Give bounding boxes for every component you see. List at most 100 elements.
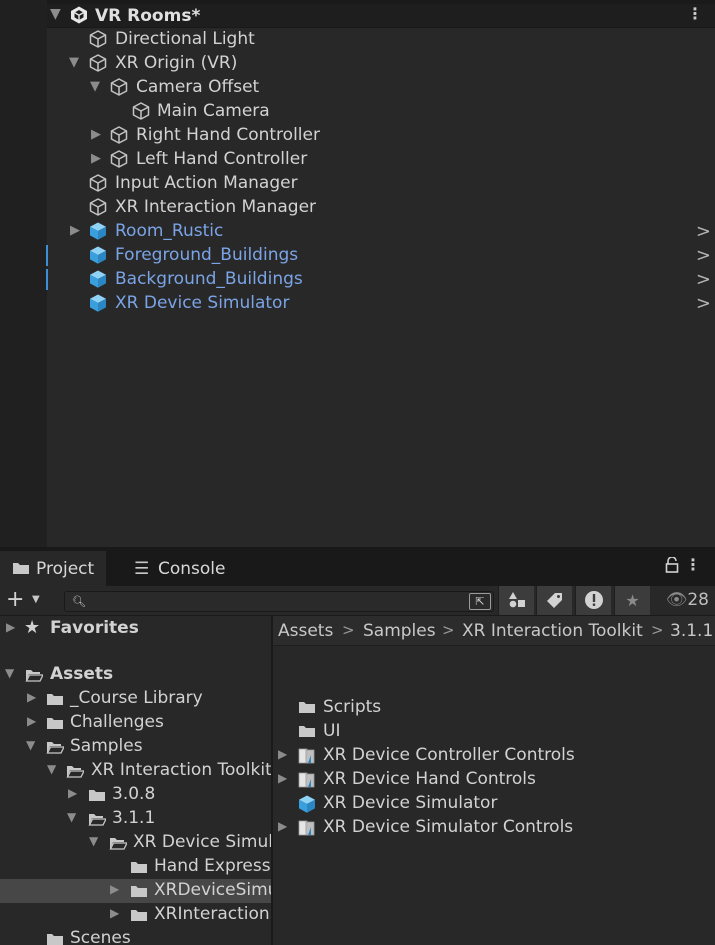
chevron-right-icon[interactable]: ▶ [278,819,287,833]
breadcrumb-item[interactable]: 3.1.1 [670,621,713,641]
favorites-filter-button[interactable]: ★ [614,586,650,615]
chevron-right-icon[interactable]: ▶ [278,747,287,761]
chevron-right-icon[interactable]: > [696,221,711,242]
tree-item-label: Hand Express [154,856,271,876]
chevron-right-icon[interactable]: ▶ [278,771,287,785]
hierarchy-item-left-hand-controller[interactable]: ▶ Left Hand Controller [47,148,715,172]
gameobject-icon [89,198,107,216]
gameobject-icon [89,174,107,192]
asset-item-ui[interactable]: UI [273,720,715,744]
chevron-right-icon[interactable]: > [696,245,711,266]
search-expand-button[interactable]: ⇱ [469,593,491,610]
tree-item-label: Challenges [70,712,164,732]
tree-item-samples[interactable]: ▼ Samples [0,735,271,759]
hierarchy-item-label: Directional Light [115,29,255,49]
chevron-down-icon[interactable]: ▼ [89,834,98,848]
chevron-right-icon[interactable]: ▶ [70,223,84,238]
chevron-right-icon[interactable]: ▶ [91,151,105,166]
gameobject-icon [89,54,107,72]
chevron-right-icon[interactable]: ▶ [91,127,105,142]
hierarchy-item-main-camera[interactable]: Main Camera [47,100,715,124]
star-icon: ★ [24,617,41,638]
asset-item-label: XR Device Simulator [323,793,498,813]
asset-item-xr-device-controller-controls[interactable]: ▶ XR Device Controller Controls [273,744,715,768]
hierarchy-item-input-action-manager[interactable]: Input Action Manager [47,172,715,196]
kebab-menu-icon[interactable]: ⋮ [687,5,703,23]
kebab-menu-icon[interactable]: ⋮ [685,556,701,574]
tree-item-xrdevicesimulator[interactable]: ▶ XRDeviceSimu [0,879,271,903]
filter-by-label-button[interactable] [536,586,572,615]
hierarchy-item-background-buildings[interactable]: Background_Buildings > [46,268,715,292]
tree-item-course-library[interactable]: ▶ _Course Library [0,687,271,711]
tree-item-xr-interaction-toolkit[interactable]: ▼ XR Interaction Toolkit [0,759,271,783]
chevron-down-icon[interactable]: ▼ [32,594,40,605]
chevron-right-icon[interactable]: ▶ [110,882,119,896]
hierarchy-item-room-rustic[interactable]: ▶ Room_Rustic > [47,220,715,244]
hierarchy-item-xr-device-simulator[interactable]: XR Device Simulator > [47,292,715,316]
hierarchy-item-xr-origin[interactable]: ▼ XR Origin (VR) [47,52,715,76]
folder-open-icon [46,741,64,754]
chevron-right-icon[interactable]: > [696,293,711,314]
asset-item-scripts[interactable]: Scripts [273,696,715,720]
chevron-right-icon[interactable]: ▶ [27,690,36,704]
chevron-right-icon[interactable]: > [696,269,711,290]
tree-item-label: XRDeviceSimu [154,880,271,900]
chevron-down-icon[interactable]: ▼ [50,6,61,22]
tree-item-xr-device-simulator[interactable]: ▼ XR Device Simul [0,831,271,855]
hierarchy-item-right-hand-controller[interactable]: ▶ Right Hand Controller [47,124,715,148]
hierarchy-item-xr-interaction-manager[interactable]: XR Interaction Manager [47,196,715,220]
prefab-icon [90,294,106,312]
tree-item-scenes[interactable]: Scenes [0,927,271,945]
chevron-right-icon[interactable]: ▶ [27,714,36,728]
chevron-right-icon: > [651,621,664,639]
search-input[interactable] [87,593,467,610]
filter-by-issues-button[interactable] [575,586,611,615]
tree-item-xrinteractionsimulator[interactable]: ▶ XRInteractionS [0,903,271,927]
chevron-right-icon[interactable]: ▶ [110,906,119,920]
chevron-right-icon[interactable]: ▶ [68,786,77,800]
chevron-right-icon[interactable]: ▶ [6,620,15,634]
folder-icon [299,726,315,737]
breadcrumb-item[interactable]: Assets [278,621,333,641]
panel-tab-bar: Project ☰ Console ⋮ [0,547,715,586]
asset-item-xr-device-simulator[interactable]: XR Device Simulator [273,792,715,816]
folder-icon [131,886,147,897]
asset-item-xr-device-hand-controls[interactable]: ▶ XR Device Hand Controls [273,768,715,792]
breadcrumb-item[interactable]: XR Interaction Toolkit [462,621,643,641]
tag-icon [546,593,562,608]
chevron-down-icon[interactable]: ▼ [90,79,104,94]
chevron-down-icon[interactable]: ▼ [47,762,56,776]
folder-icon [47,934,63,945]
breadcrumb-item[interactable]: Samples [363,621,436,641]
chevron-down-icon[interactable]: ▼ [26,738,35,752]
tree-item-3-0-8[interactable]: ▶ 3.0.8 [0,783,271,807]
chevron-down-icon[interactable]: ▼ [67,810,76,824]
lock-icon[interactable] [665,557,679,573]
asset-item-label: Scripts [323,697,382,717]
folder-icon [299,702,315,713]
filter-by-type-button[interactable] [498,586,534,615]
tree-item-label: 3.1.1 [112,808,156,828]
gameobject-icon [110,150,128,168]
search-field[interactable]: 🔍︎ ⇱ [64,591,494,612]
tree-item-assets[interactable]: ▼ Assets [0,663,271,687]
shapes-icon [508,592,525,608]
tab-project[interactable]: Project [0,551,107,586]
hidden-packages-toggle[interactable]: 👁︎28 [666,590,709,610]
tree-item-hand-expressions[interactable]: Hand Express [0,855,271,879]
tree-item-3-1-1[interactable]: ▼ 3.1.1 [0,807,271,831]
tree-item-challenges[interactable]: ▶ Challenges [0,711,271,735]
hierarchy-item-foreground-buildings[interactable]: Foreground_Buildings > [46,244,715,268]
tree-item-favorites[interactable]: ▶ ★ Favorites [0,617,271,641]
hierarchy-item-label: Foreground_Buildings [115,245,299,265]
asset-list-pane: Assets > Samples > XR Interaction Toolki… [273,616,715,945]
hierarchy-item-directional-light[interactable]: Directional Light [47,28,715,52]
chevron-down-icon[interactable]: ▼ [69,55,83,70]
tab-console[interactable]: ☰ Console [122,551,238,586]
asset-item-xr-device-simulator-controls[interactable]: ▶ XR Device Simulator Controls [273,816,715,840]
hierarchy-item-camera-offset[interactable]: ▼ Camera Offset [47,76,715,100]
chevron-down-icon[interactable]: ▼ [5,666,14,680]
folder-icon [47,718,63,729]
scene-header[interactable]: ▼ VR Rooms* ⋮ [47,4,715,28]
add-asset-button[interactable]: + [6,588,24,612]
